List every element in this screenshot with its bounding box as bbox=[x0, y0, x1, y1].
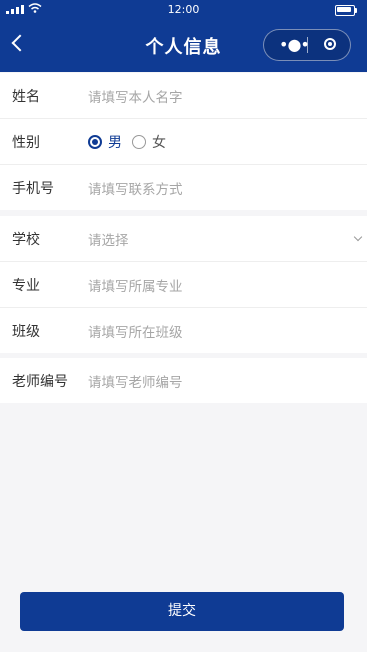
status-bar: 12:00 bbox=[0, 0, 367, 20]
class-row: 班级 请填写所在班级 bbox=[0, 308, 367, 353]
gender-male-radio[interactable]: 男 bbox=[88, 132, 122, 152]
mini-program-capsule: •●• bbox=[263, 29, 351, 61]
major-input[interactable]: 请填写所属专业 bbox=[88, 275, 183, 295]
phone-input[interactable]: 请填写联系方式 bbox=[88, 178, 183, 198]
gender-female-label: 女 bbox=[152, 135, 166, 151]
header: 12:00 个人信息 •●• bbox=[0, 0, 367, 72]
gender-row: 性别 男 女 bbox=[0, 119, 367, 165]
name-row: 姓名 请填写本人名字 bbox=[0, 73, 367, 119]
submit-button[interactable]: 提交 bbox=[20, 592, 344, 631]
name-label: 姓名 bbox=[12, 89, 40, 105]
capsule-divider bbox=[307, 37, 308, 53]
more-icon[interactable]: •●• bbox=[279, 35, 310, 54]
gender-male-label: 男 bbox=[108, 135, 122, 151]
major-label: 专业 bbox=[12, 278, 40, 294]
class-label: 班级 bbox=[12, 324, 40, 340]
battery-icon bbox=[335, 5, 357, 16]
school-row[interactable]: 学校 请选择 bbox=[0, 216, 367, 262]
gender-label: 性别 bbox=[12, 135, 40, 151]
phone-label: 手机号 bbox=[12, 181, 54, 197]
chevron-down-icon[interactable] bbox=[353, 232, 363, 242]
form-section-teacher: 老师编号 请填写老师编号 bbox=[0, 358, 367, 403]
phone-row: 手机号 请填写联系方式 bbox=[0, 165, 367, 210]
school-select[interactable]: 请选择 bbox=[88, 229, 129, 249]
form-section-school: 学校 请选择 专业 请填写所属专业 班级 请填写所在班级 bbox=[0, 216, 367, 353]
form-section-personal: 姓名 请填写本人名字 性别 男 女 手机号 请填写联系方式 bbox=[0, 73, 367, 210]
nav-bar: 个人信息 •●• bbox=[0, 20, 367, 72]
school-label: 学校 bbox=[12, 232, 40, 248]
close-target-icon[interactable] bbox=[324, 38, 336, 50]
radio-checked-icon bbox=[88, 135, 102, 149]
radio-unchecked-icon bbox=[132, 135, 146, 149]
teacher-id-label: 老师编号 bbox=[12, 374, 68, 390]
class-input[interactable]: 请填写所在班级 bbox=[88, 321, 183, 341]
status-time: 12:00 bbox=[167, 3, 200, 16]
teacher-id-row: 老师编号 请填写老师编号 bbox=[0, 358, 367, 403]
gender-female-radio[interactable]: 女 bbox=[132, 132, 166, 152]
major-row: 专业 请填写所属专业 bbox=[0, 262, 367, 308]
gender-radio-group: 男 女 bbox=[88, 132, 176, 152]
name-input[interactable]: 请填写本人名字 bbox=[88, 86, 183, 106]
teacher-id-input[interactable]: 请填写老师编号 bbox=[88, 371, 183, 391]
